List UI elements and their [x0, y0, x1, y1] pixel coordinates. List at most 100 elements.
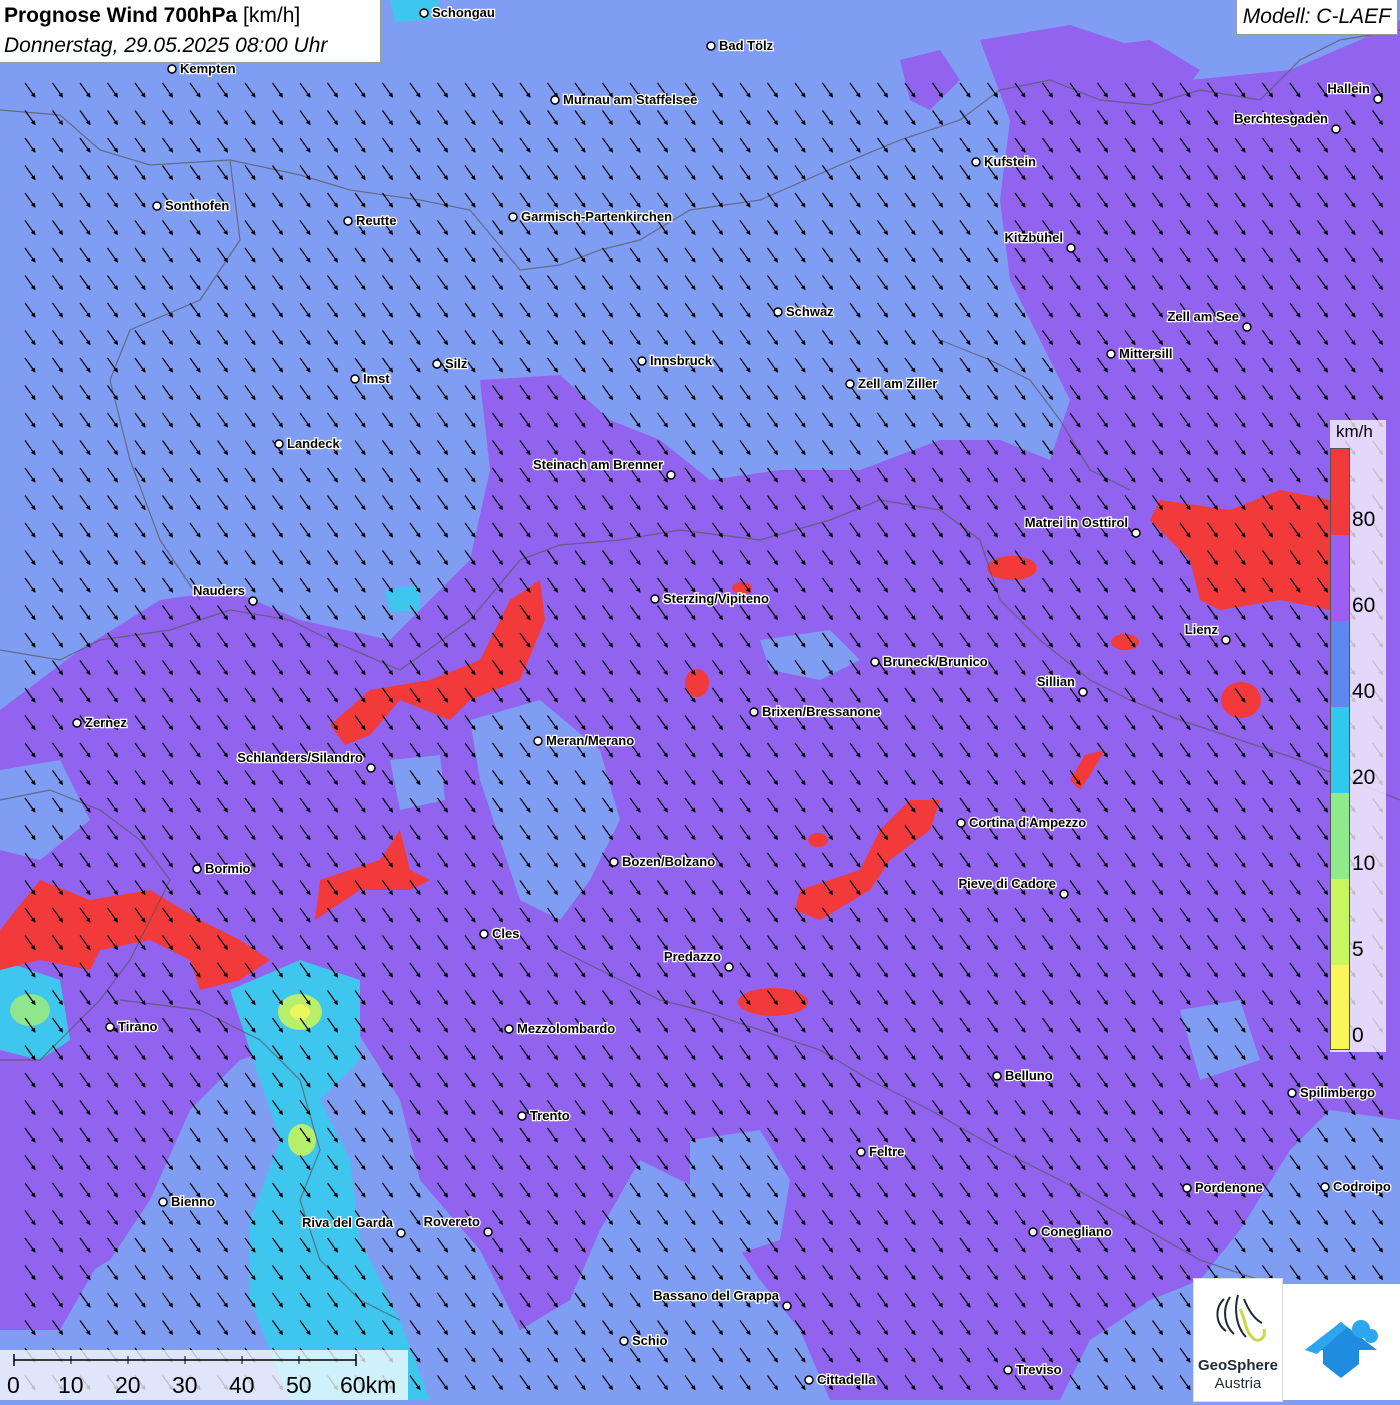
- city-dot: [870, 657, 880, 667]
- city-dot: [479, 929, 489, 939]
- city-dot: [517, 1111, 527, 1121]
- scale-label-10: 10: [58, 1372, 84, 1398]
- legend-seg-80: [1331, 449, 1349, 535]
- city-marker[interactable]: Garmisch-Partenkirchen: [508, 208, 673, 225]
- city-marker[interactable]: Zell am Ziller: [845, 375, 939, 392]
- city-marker[interactable]: Bozen/Bolzano: [609, 853, 716, 870]
- legend-seg-5: [1331, 879, 1349, 965]
- city-dot: [1131, 528, 1141, 538]
- scale-label-40: 40: [229, 1372, 255, 1398]
- city-dot: [483, 1227, 493, 1237]
- legend-label-10: 10: [1352, 852, 1376, 875]
- city-label: Meran/Merano: [546, 733, 634, 748]
- city-marker[interactable]: Meran/Merano: [533, 732, 635, 749]
- city-label: Bad Tölz: [719, 38, 774, 53]
- legend-label-60: 60: [1352, 594, 1376, 617]
- city-marker[interactable]: Conegliano: [1028, 1223, 1113, 1240]
- city-label: Schio: [632, 1333, 667, 1348]
- scale-bar: 0 10 20 30 40 50 60km: [0, 1350, 408, 1400]
- wind-forecast-map[interactable]: Schongau Bad Tölz Kempten Murnau am Staffel…: [0, 0, 1400, 1400]
- city-dot: [749, 707, 759, 717]
- city-dot: [72, 718, 82, 728]
- city-dot: [1331, 124, 1341, 134]
- city-label: Tirano: [118, 1019, 158, 1034]
- city-marker[interactable]: Cortina d'Ampezzo: [956, 814, 1088, 831]
- city-label: Schlanders/Silandro: [237, 750, 363, 765]
- city-dot: [724, 962, 734, 972]
- city-marker[interactable]: Spilimbergo: [1287, 1084, 1376, 1101]
- scale-label-30: 30: [172, 1372, 198, 1398]
- geosphere-logo-text-1: GeoSphere: [1197, 1357, 1279, 1374]
- city-label: Nauders: [193, 583, 245, 598]
- city-label: Cles: [492, 926, 519, 941]
- city-dot: [856, 1147, 866, 1157]
- city-marker[interactable]: Sonthofen: [152, 197, 231, 214]
- city-label: Landeck: [287, 436, 341, 451]
- city-dot: [637, 356, 647, 366]
- forecast-datetime: Donnerstag, 29.05.2025 08:00 Uhr: [4, 34, 328, 57]
- city-dot: [845, 379, 855, 389]
- legend-seg-0: [1331, 965, 1349, 1049]
- city-label: Innsbruck: [650, 353, 713, 368]
- city-dot: [1059, 889, 1069, 899]
- city-label: Zell am Ziller: [858, 376, 937, 391]
- geosphere-logo-text-2: Austria: [1214, 1375, 1262, 1392]
- city-label: Zernez: [85, 715, 127, 730]
- city-marker[interactable]: Mezzolombardo: [504, 1020, 617, 1037]
- city-dot: [396, 1228, 406, 1238]
- city-marker[interactable]: Bruneck/Brunico: [870, 653, 989, 670]
- city-label: Mezzolombardo: [517, 1021, 615, 1036]
- city-label: Belluno: [1005, 1068, 1053, 1083]
- weather-app-logo[interactable]: [1283, 1284, 1400, 1400]
- city-dot: [1003, 1365, 1013, 1375]
- model-label: Modell: C-LAEF: [1235, 0, 1398, 35]
- legend-label-0: 0: [1352, 1024, 1364, 1047]
- city-label: Codroipo: [1333, 1179, 1391, 1194]
- scale-bar-line: [13, 1354, 357, 1366]
- city-dot: [1373, 94, 1383, 104]
- legend-seg-60: [1331, 535, 1349, 621]
- city-marker[interactable]: Murnau am Staffelsee: [550, 91, 699, 108]
- cloud-arrow-icon: [1305, 1320, 1378, 1378]
- city-dot: [956, 818, 966, 828]
- city-dot: [992, 1071, 1002, 1081]
- city-dot: [971, 157, 981, 167]
- city-dot: [1287, 1088, 1297, 1098]
- city-dot: [432, 359, 442, 369]
- color-legend: km/h 80 60 40 20 10 5 0: [1330, 420, 1386, 1052]
- city-label: Trento: [530, 1108, 570, 1123]
- geosphere-austria-logo[interactable]: GeoSphere Austria: [1193, 1278, 1283, 1402]
- legend-label-20: 20: [1352, 766, 1376, 789]
- city-marker[interactable]: Innsbruck: [637, 352, 714, 369]
- city-label: Rovereto: [424, 1214, 480, 1229]
- city-marker[interactable]: Sterzing/Vipiteno: [650, 590, 770, 607]
- city-dot: [773, 307, 783, 317]
- city-marker[interactable]: Pordenone: [1182, 1179, 1264, 1196]
- city-label: Cortina d'Ampezzo: [969, 815, 1086, 830]
- city-label: Hallein: [1327, 81, 1370, 96]
- city-label: Garmisch-Partenkirchen: [521, 209, 672, 224]
- city-dot: [504, 1024, 514, 1034]
- city-dot: [1242, 322, 1252, 332]
- city-label: Predazzo: [664, 949, 721, 964]
- legend-unit: km/h: [1336, 422, 1373, 441]
- city-label: Sterzing/Vipiteno: [663, 591, 769, 606]
- legend-label-5: 5: [1352, 938, 1364, 961]
- city-label: Treviso: [1016, 1362, 1062, 1377]
- city-label: Zell am See: [1167, 309, 1239, 324]
- city-label: Bozen/Bolzano: [622, 854, 715, 869]
- legend-seg-10: [1331, 793, 1349, 879]
- city-label: Conegliano: [1041, 1224, 1112, 1239]
- city-dot: [152, 201, 162, 211]
- city-label: Matrei in Osttirol: [1025, 515, 1128, 530]
- city-marker[interactable]: Schongau: [419, 4, 496, 21]
- city-label: Berchtesgaden: [1234, 111, 1328, 126]
- city-label: Kitzbühel: [1005, 230, 1064, 245]
- city-marker[interactable]: Brixen/Bressanone: [749, 703, 882, 720]
- city-dot: [804, 1375, 814, 1385]
- city-dot: [1028, 1227, 1038, 1237]
- city-dot: [1106, 349, 1116, 359]
- city-dot: [666, 470, 676, 480]
- city-dot: [167, 64, 177, 74]
- city-label: Steinach am Brenner: [533, 457, 663, 472]
